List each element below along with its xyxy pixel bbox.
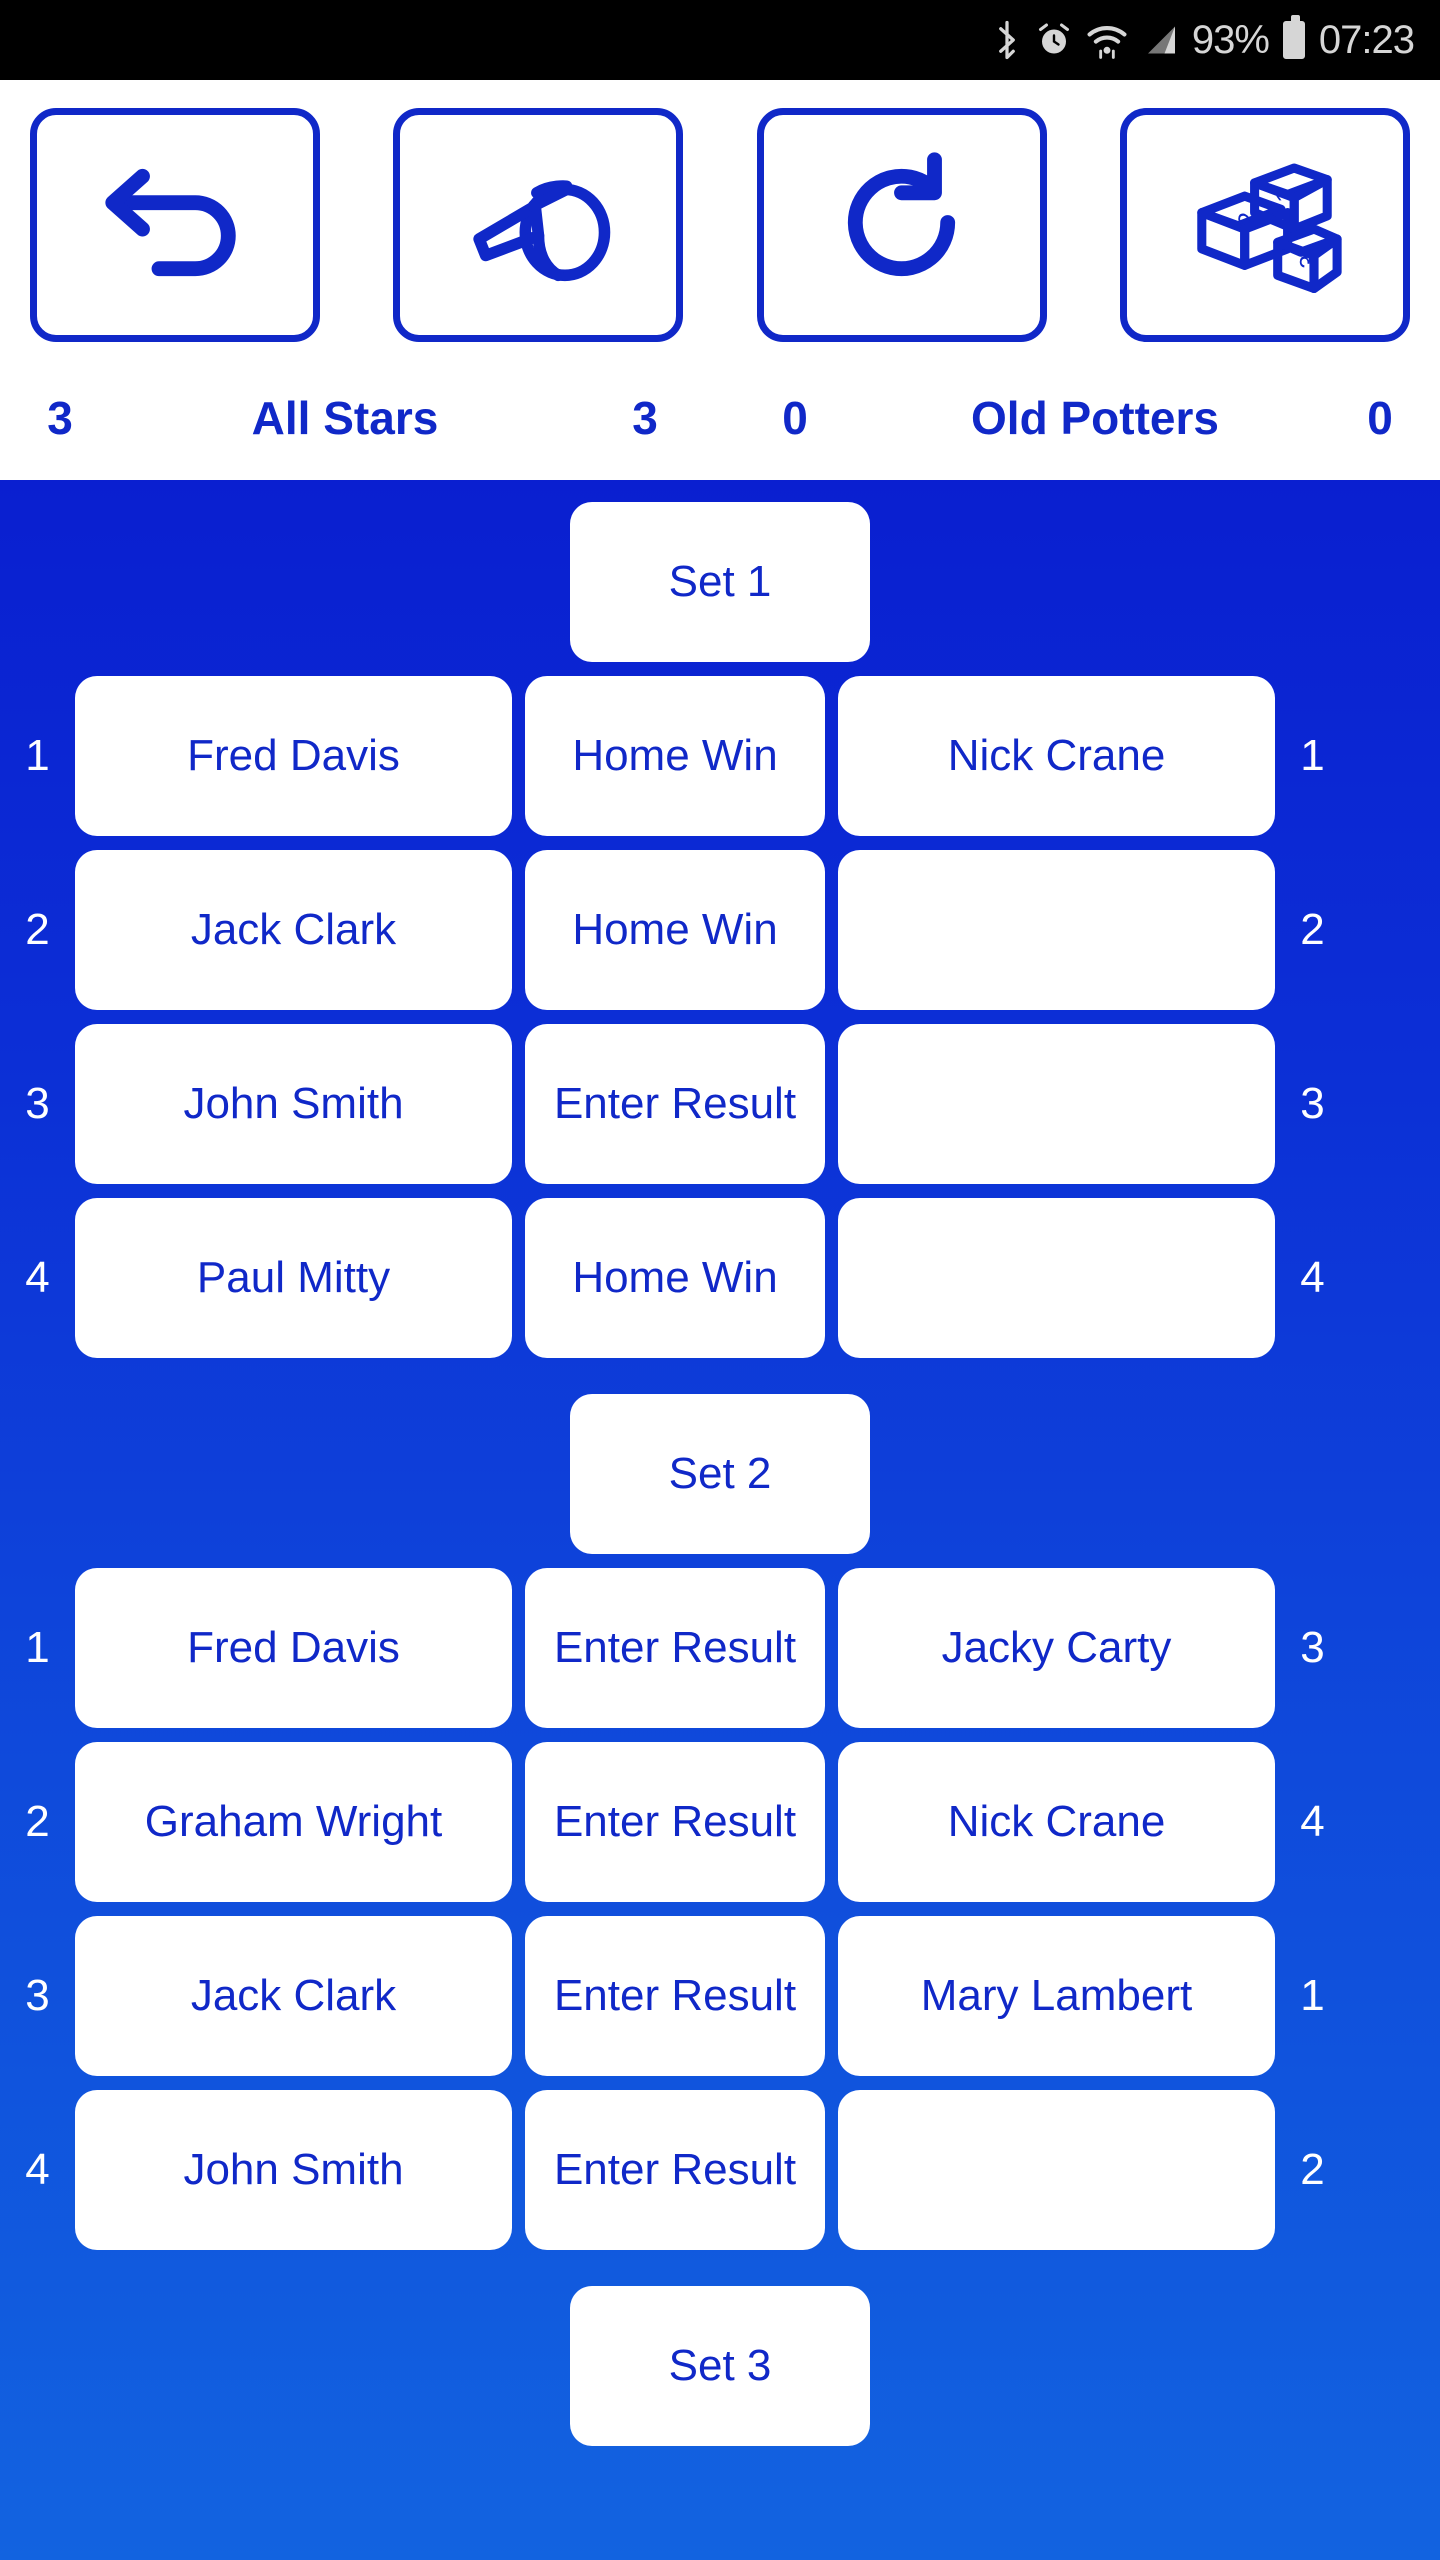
leaderboard-button[interactable]: 2 1 3 [1119, 80, 1410, 370]
whistle-icon [456, 140, 621, 310]
svg-text:2: 2 [1236, 212, 1263, 226]
away-position-number: 4 [1300, 1797, 1325, 1846]
away-team-name: Old Potters [971, 392, 1219, 444]
scoreboard: 3 All Stars 3 0 Old Potters 0 [0, 370, 1440, 480]
away-position-number: 4 [1300, 1253, 1325, 1302]
home-position-number: 3 [25, 1971, 50, 2020]
away-position-number: 1 [1300, 1971, 1325, 2020]
set-button[interactable]: Set 2 [570, 1394, 870, 1554]
back-arrow-icon [93, 140, 258, 310]
set-button[interactable]: Set 3 [570, 2286, 870, 2446]
match-board[interactable]: Set 1 1 Fred Davis Home Win Nick Crane 1 2 Jack… [0, 480, 1440, 2560]
match-row: 4 John Smith Enter Result 2 [0, 2090, 1440, 2250]
set-spacer [0, 1372, 1440, 1394]
result-button[interactable]: Home Win [525, 850, 825, 1010]
signal-icon [1142, 21, 1178, 59]
home-position-number: 4 [25, 2145, 50, 2194]
result-button[interactable]: Enter Result [525, 1568, 825, 1728]
status-bar: 93% 07:23 [0, 0, 1440, 80]
away-player-button[interactable]: Mary Lambert [838, 1916, 1275, 2076]
away-position-number: 1 [1300, 731, 1325, 780]
match-row: 3 Jack Clark Enter Result Mary Lambert 1 [0, 1916, 1440, 2076]
result-button[interactable]: Enter Result [525, 1742, 825, 1902]
away-sets-score: 0 [1367, 392, 1393, 444]
away-player-button[interactable] [838, 850, 1275, 1010]
set-header-row: Set 3 [0, 2286, 1440, 2446]
toolbar: 2 1 3 [0, 80, 1440, 370]
match-row: 2 Graham Wright Enter Result Nick Crane 4 [0, 1742, 1440, 1902]
set-header-row: Set 1 [0, 502, 1440, 662]
away-player-button[interactable]: Nick Crane [838, 676, 1275, 836]
home-points: 3 [632, 392, 658, 444]
home-player-button[interactable]: Fred Davis [75, 676, 512, 836]
away-position-number: 2 [1300, 905, 1325, 954]
bluetooth-icon [992, 19, 1022, 61]
away-position-number: 2 [1300, 2145, 1325, 2194]
match-row: 1 Fred Davis Enter Result Jacky Carty 3 [0, 1568, 1440, 1728]
away-player-button[interactable]: Nick Crane [838, 1742, 1275, 1902]
away-position-number: 3 [1300, 1079, 1325, 1128]
result-button[interactable]: Enter Result [525, 1024, 825, 1184]
away-player-button[interactable] [838, 1198, 1275, 1358]
clock-time: 07:23 [1318, 17, 1415, 62]
away-player-button[interactable]: Jacky Carty [838, 1568, 1275, 1728]
home-player-button[interactable]: Jack Clark [75, 850, 512, 1010]
wifi-icon [1086, 21, 1128, 59]
home-player-button[interactable]: Graham Wright [75, 1742, 512, 1902]
result-button[interactable]: Home Win [525, 676, 825, 836]
away-player-button[interactable] [838, 1024, 1275, 1184]
match-row: 2 Jack Clark Home Win 2 [0, 850, 1440, 1010]
match-row: 4 Paul Mitty Home Win 4 [0, 1198, 1440, 1358]
set-header-row: Set 2 [0, 1394, 1440, 1554]
home-player-button[interactable]: Paul Mitty [75, 1198, 512, 1358]
set-spacer [0, 2264, 1440, 2286]
whistle-button[interactable] [393, 80, 684, 370]
back-button[interactable] [30, 80, 320, 370]
home-player-button[interactable]: John Smith [75, 1024, 512, 1184]
result-button[interactable]: Enter Result [525, 1916, 825, 2076]
away-player-button[interactable] [838, 2090, 1275, 2250]
match-row: 1 Fred Davis Home Win Nick Crane 1 [0, 676, 1440, 836]
home-sets-score: 3 [47, 392, 73, 444]
home-position-number: 4 [25, 1253, 50, 1302]
home-team-name: All Stars [251, 392, 439, 444]
svg-text:1: 1 [1274, 189, 1301, 203]
away-position-number: 3 [1300, 1623, 1325, 1672]
podium-icon: 2 1 3 [1182, 140, 1347, 310]
home-position-number: 2 [25, 905, 50, 954]
home-position-number: 3 [25, 1079, 50, 1128]
home-position-number: 1 [25, 1623, 50, 1672]
home-position-number: 2 [25, 1797, 50, 1846]
result-button[interactable]: Enter Result [525, 2090, 825, 2250]
svg-text:3: 3 [1297, 255, 1324, 269]
battery-percent: 93% [1191, 17, 1270, 62]
home-player-button[interactable]: John Smith [75, 2090, 512, 2250]
battery-icon [1282, 15, 1305, 59]
home-position-number: 1 [25, 731, 50, 780]
set-button[interactable]: Set 1 [570, 502, 870, 662]
home-player-button[interactable]: Jack Clark [75, 1916, 512, 2076]
match-row: 3 John Smith Enter Result 3 [0, 1024, 1440, 1184]
alarm-icon [1036, 21, 1072, 59]
refresh-button[interactable] [756, 80, 1047, 370]
away-points: 0 [782, 392, 808, 444]
home-player-button[interactable]: Fred Davis [75, 1568, 512, 1728]
refresh-icon [819, 140, 984, 310]
result-button[interactable]: Home Win [525, 1198, 825, 1358]
